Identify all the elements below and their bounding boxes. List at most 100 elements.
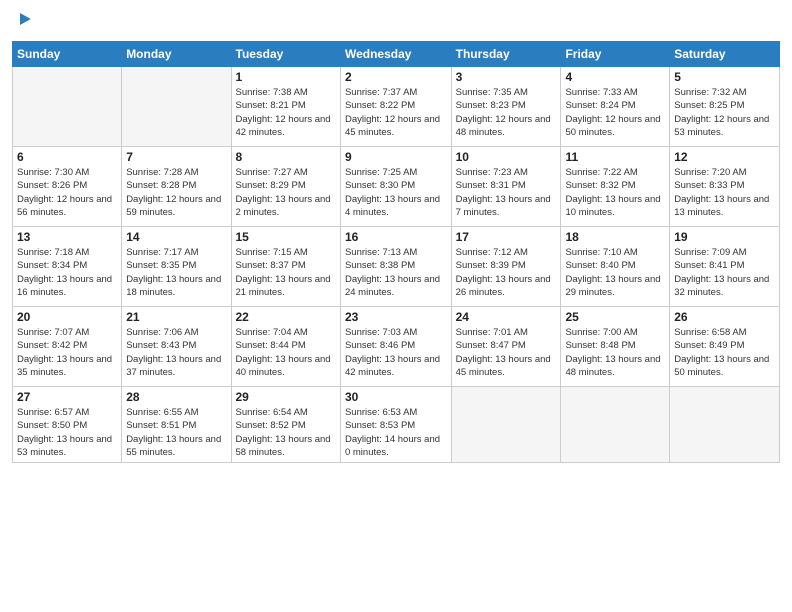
day-info: Sunrise: 7:01 AM Sunset: 8:47 PM Dayligh… [456,326,557,379]
calendar-cell [122,67,231,147]
day-number: 20 [17,310,117,324]
day-info: Sunrise: 6:54 AM Sunset: 8:52 PM Dayligh… [236,406,336,459]
day-number: 8 [236,150,336,164]
calendar-table: SundayMondayTuesdayWednesdayThursdayFrid… [12,41,780,463]
day-info: Sunrise: 7:15 AM Sunset: 8:37 PM Dayligh… [236,246,336,299]
calendar-cell: 3 Sunrise: 7:35 AM Sunset: 8:23 PM Daylig… [451,67,561,147]
day-number: 3 [456,70,557,84]
day-number: 30 [345,390,447,404]
calendar-cell: 30 Sunrise: 6:53 AM Sunset: 8:53 PM Dayli… [340,387,451,463]
day-number: 14 [126,230,226,244]
day-number: 2 [345,70,447,84]
calendar-cell: 4Sunrise: 7:33 AM Sunset: 8:24 PM Daylig… [561,67,670,147]
day-info: Sunrise: 7:03 AM Sunset: 8:46 PM Dayligh… [345,326,447,379]
calendar-cell: 22 Sunrise: 7:04 AM Sunset: 8:44 PM Dayli… [231,307,340,387]
logo [12,10,34,33]
day-info: Sunrise: 6:58 AM Sunset: 8:49 PM Dayligh… [674,326,775,379]
day-number: 28 [126,390,226,404]
calendar-week-row: 1Sunrise: 7:38 AM Sunset: 8:21 PM Daylig… [13,67,780,147]
calendar-cell: 18 Sunrise: 7:10 AM Sunset: 8:40 PM Dayli… [561,227,670,307]
calendar-cell: 10 Sunrise: 7:23 AM Sunset: 8:31 PM Dayli… [451,147,561,227]
day-info: Sunrise: 7:33 AM Sunset: 8:24 PM Dayligh… [565,86,665,139]
day-info: Sunrise: 7:23 AM Sunset: 8:31 PM Dayligh… [456,166,557,219]
day-info: Sunrise: 7:04 AM Sunset: 8:44 PM Dayligh… [236,326,336,379]
day-info: Sunrise: 7:13 AM Sunset: 8:38 PM Dayligh… [345,246,447,299]
calendar-cell: 1Sunrise: 7:38 AM Sunset: 8:21 PM Daylig… [231,67,340,147]
day-info: Sunrise: 7:07 AM Sunset: 8:42 PM Dayligh… [17,326,117,379]
day-info: Sunrise: 7:18 AM Sunset: 8:34 PM Dayligh… [17,246,117,299]
day-info: Sunrise: 6:55 AM Sunset: 8:51 PM Dayligh… [126,406,226,459]
calendar-cell: 28 Sunrise: 6:55 AM Sunset: 8:51 PM Dayli… [122,387,231,463]
day-info: Sunrise: 7:12 AM Sunset: 8:39 PM Dayligh… [456,246,557,299]
day-number: 7 [126,150,226,164]
day-info: Sunrise: 7:37 AM Sunset: 8:22 PM Dayligh… [345,86,447,139]
day-info: Sunrise: 7:17 AM Sunset: 8:35 PM Dayligh… [126,246,226,299]
day-info: Sunrise: 7:30 AM Sunset: 8:26 PM Dayligh… [17,166,117,219]
calendar-cell: 27 Sunrise: 6:57 AM Sunset: 8:50 PM Dayli… [13,387,122,463]
calendar-cell [561,387,670,463]
day-number: 15 [236,230,336,244]
day-info: Sunrise: 7:35 AM Sunset: 8:23 PM Dayligh… [456,86,557,139]
weekday-header: Tuesday [231,42,340,67]
calendar-cell: 15 Sunrise: 7:15 AM Sunset: 8:37 PM Dayli… [231,227,340,307]
day-number: 19 [674,230,775,244]
calendar-cell: 13 Sunrise: 7:18 AM Sunset: 8:34 PM Dayli… [13,227,122,307]
logo-icon [14,10,32,28]
day-info: Sunrise: 6:53 AM Sunset: 8:53 PM Dayligh… [345,406,447,459]
day-info: Sunrise: 7:00 AM Sunset: 8:48 PM Dayligh… [565,326,665,379]
calendar-cell: 25 Sunrise: 7:00 AM Sunset: 8:48 PM Dayli… [561,307,670,387]
calendar-cell: 20 Sunrise: 7:07 AM Sunset: 8:42 PM Dayli… [13,307,122,387]
day-info: Sunrise: 7:06 AM Sunset: 8:43 PM Dayligh… [126,326,226,379]
day-info: Sunrise: 7:09 AM Sunset: 8:41 PM Dayligh… [674,246,775,299]
calendar-cell [451,387,561,463]
day-info: Sunrise: 7:25 AM Sunset: 8:30 PM Dayligh… [345,166,447,219]
day-number: 16 [345,230,447,244]
day-number: 23 [345,310,447,324]
day-number: 22 [236,310,336,324]
day-number: 24 [456,310,557,324]
day-number: 27 [17,390,117,404]
calendar-cell: 7 Sunrise: 7:28 AM Sunset: 8:28 PM Daylig… [122,147,231,227]
day-number: 21 [126,310,226,324]
calendar-cell: 11 Sunrise: 7:22 AM Sunset: 8:32 PM Dayli… [561,147,670,227]
calendar-cell: 9 Sunrise: 7:25 AM Sunset: 8:30 PM Daylig… [340,147,451,227]
day-number: 26 [674,310,775,324]
calendar-cell [670,387,780,463]
weekday-header: Sunday [13,42,122,67]
day-number: 5 [674,70,775,84]
calendar-cell: 2 Sunrise: 7:37 AM Sunset: 8:22 PM Daylig… [340,67,451,147]
day-number: 13 [17,230,117,244]
day-number: 12 [674,150,775,164]
day-number: 18 [565,230,665,244]
calendar-week-row: 13 Sunrise: 7:18 AM Sunset: 8:34 PM Dayli… [13,227,780,307]
day-number: 11 [565,150,665,164]
calendar-cell: 12 Sunrise: 7:20 AM Sunset: 8:33 PM Dayli… [670,147,780,227]
day-number: 10 [456,150,557,164]
calendar-cell: 21 Sunrise: 7:06 AM Sunset: 8:43 PM Dayli… [122,307,231,387]
day-number: 25 [565,310,665,324]
day-info: Sunrise: 6:57 AM Sunset: 8:50 PM Dayligh… [17,406,117,459]
day-number: 29 [236,390,336,404]
weekday-header: Saturday [670,42,780,67]
calendar-cell [13,67,122,147]
day-number: 9 [345,150,447,164]
day-info: Sunrise: 7:22 AM Sunset: 8:32 PM Dayligh… [565,166,665,219]
weekday-header: Wednesday [340,42,451,67]
calendar-week-row: 6 Sunrise: 7:30 AM Sunset: 8:26 PM Daylig… [13,147,780,227]
weekday-header: Friday [561,42,670,67]
calendar-week-row: 20 Sunrise: 7:07 AM Sunset: 8:42 PM Dayli… [13,307,780,387]
calendar-cell: 6 Sunrise: 7:30 AM Sunset: 8:26 PM Daylig… [13,147,122,227]
day-info: Sunrise: 7:10 AM Sunset: 8:40 PM Dayligh… [565,246,665,299]
day-info: Sunrise: 7:32 AM Sunset: 8:25 PM Dayligh… [674,86,775,139]
day-info: Sunrise: 7:38 AM Sunset: 8:21 PM Dayligh… [236,86,336,139]
calendar-cell: 17Sunrise: 7:12 AM Sunset: 8:39 PM Dayli… [451,227,561,307]
calendar-cell: 5 Sunrise: 7:32 AM Sunset: 8:25 PM Daylig… [670,67,780,147]
weekday-header: Monday [122,42,231,67]
calendar-cell: 24 Sunrise: 7:01 AM Sunset: 8:47 PM Dayli… [451,307,561,387]
calendar-cell: 26 Sunrise: 6:58 AM Sunset: 8:49 PM Dayli… [670,307,780,387]
day-info: Sunrise: 7:20 AM Sunset: 8:33 PM Dayligh… [674,166,775,219]
day-number: 6 [17,150,117,164]
calendar-container: SundayMondayTuesdayWednesdayThursdayFrid… [0,0,792,612]
calendar-cell: 23 Sunrise: 7:03 AM Sunset: 8:46 PM Dayli… [340,307,451,387]
day-info: Sunrise: 7:28 AM Sunset: 8:28 PM Dayligh… [126,166,226,219]
